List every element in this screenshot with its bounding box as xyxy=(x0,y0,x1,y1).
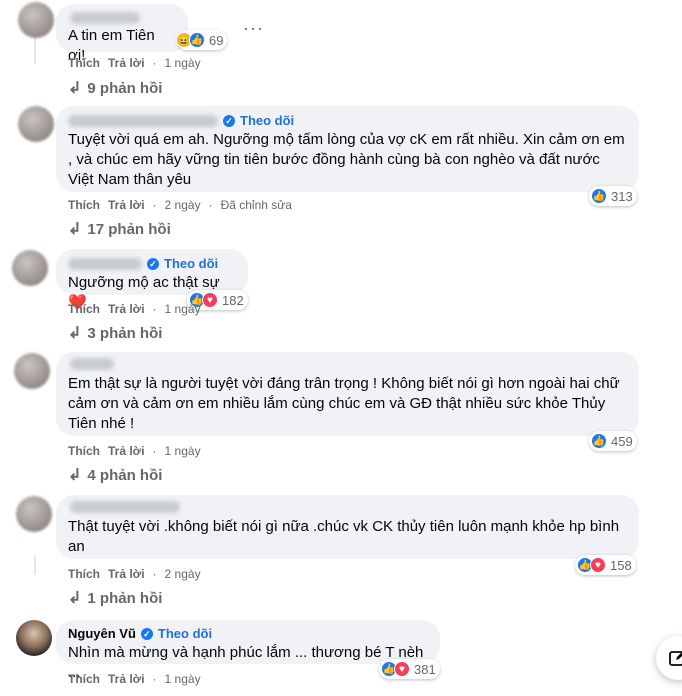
comment-actions: Thích Trả lời · 1 ngày xyxy=(68,443,201,459)
separator: · xyxy=(152,672,157,686)
reaction-count: 182 xyxy=(222,292,244,308)
reaction-count: 313 xyxy=(611,188,633,204)
avatar[interactable] xyxy=(18,2,54,38)
reply-button[interactable]: Trả lời xyxy=(108,444,145,458)
love-reaction-icon: ♥ xyxy=(590,557,606,573)
commenter-name[interactable]: Nguyên Vũ xyxy=(68,624,136,644)
reaction-count: 158 xyxy=(610,557,632,573)
reaction-summary[interactable]: 😆 👍 69 xyxy=(176,30,228,50)
view-replies-link[interactable]: ↳ 3 phản hồi xyxy=(68,323,162,343)
comment-bubble: Nguyên Vũ ✓ Theo dõi Nhìn mà mừng và hạn… xyxy=(56,620,440,681)
commenter-name-redacted[interactable] xyxy=(70,358,114,370)
comment-bubble: ✓ Theo dõi Ngưỡng mộ ac thật sự ❤️ xyxy=(56,249,248,311)
separator: · xyxy=(152,444,157,458)
comment-text: Thật tuyệt vời .không biết nói gì nữa .c… xyxy=(68,518,624,555)
love-reaction-icon: ♥ xyxy=(394,661,410,677)
commenter-name-row: ✓ Theo dõi xyxy=(68,255,236,273)
like-button[interactable]: Thích xyxy=(68,302,100,316)
new-message-button[interactable] xyxy=(656,636,682,680)
reply-arrow-icon: ↳ xyxy=(68,80,82,97)
comment-actions: Thích Trả lời · 1 ngày xyxy=(68,55,201,71)
separator: · xyxy=(152,56,157,70)
like-button[interactable]: Thích xyxy=(68,672,100,686)
reply-arrow-icon: ↳ xyxy=(68,221,82,238)
comment-bubble: ✓ Theo dõi Tuyệt vời quá em ah. Ngưỡng m… xyxy=(56,106,639,192)
avatar[interactable] xyxy=(12,250,48,286)
separator: · xyxy=(208,198,213,212)
commenter-name-row: ✓ Theo dõi xyxy=(68,112,627,130)
verified-badge-icon: ✓ xyxy=(223,115,235,127)
follow-button[interactable]: Theo dõi xyxy=(164,254,218,274)
commenter-name-redacted[interactable] xyxy=(68,258,142,270)
commenter-name-row: Nguyên Vũ ✓ Theo dõi xyxy=(68,625,428,643)
reaction-count: 459 xyxy=(611,433,633,449)
avatar[interactable] xyxy=(16,496,52,532)
replies-count: 9 phản hồi xyxy=(87,79,163,97)
replies-count: 17 phản hồi xyxy=(87,220,171,238)
commenter-name-redacted[interactable] xyxy=(68,115,218,127)
reply-button[interactable]: Trả lời xyxy=(108,302,145,316)
reaction-summary[interactable]: 👍 ♥ 158 xyxy=(575,555,636,575)
comment-actions: Thích Trả lời · 2 ngày xyxy=(68,566,201,582)
view-replies-link[interactable]: ↳ 1 phản hồi xyxy=(68,588,162,608)
like-button[interactable]: Thích xyxy=(68,56,100,70)
timestamp[interactable]: 1 ngày xyxy=(165,56,201,70)
separator: · xyxy=(152,302,157,316)
view-replies-link[interactable]: ↳ 17 phản hồi xyxy=(68,219,171,239)
replies-count: 1 phản hồi xyxy=(87,589,163,607)
comment-bubble: A tin em Tiên ơi! xyxy=(56,4,188,64)
reaction-summary[interactable]: 👍 ♥ 381 xyxy=(379,659,440,679)
timestamp[interactable]: 1 ngày xyxy=(165,444,201,458)
avatar[interactable] xyxy=(16,620,52,656)
like-button[interactable]: Thích xyxy=(68,567,100,581)
verified-badge-icon: ✓ xyxy=(147,258,159,270)
thread-line xyxy=(34,555,36,575)
timestamp[interactable]: 1 ngày xyxy=(165,302,201,316)
verified-badge-icon: ✓ xyxy=(140,628,153,640)
reaction-summary[interactable]: 👍 459 xyxy=(589,431,637,451)
reply-arrow-icon: ↳ xyxy=(68,590,82,607)
like-reaction-icon: 👍 xyxy=(189,32,205,48)
view-replies-link[interactable]: ↳ 4 phản hồi xyxy=(68,465,162,485)
love-reaction-icon: ♥ xyxy=(202,292,218,308)
commenter-name-redacted[interactable] xyxy=(70,12,140,24)
more-options-icon[interactable]: ··· xyxy=(243,18,264,39)
edited-label: Đã chỉnh sửa xyxy=(220,198,292,212)
follow-button[interactable]: Theo dõi xyxy=(158,624,212,644)
replies-count: 4 phản hồi xyxy=(87,466,163,484)
like-reaction-icon: 👍 xyxy=(591,433,607,449)
compose-icon xyxy=(669,651,682,666)
like-reaction-icon: 👍 xyxy=(591,188,607,204)
reply-button[interactable]: Trả lời xyxy=(108,672,145,686)
reaction-count: 69 xyxy=(209,32,224,48)
replies-count: 3 phản hồi xyxy=(87,324,163,342)
like-button[interactable]: Thích xyxy=(68,444,100,458)
comment-text: Tuyệt vời quá em ah. Ngưỡng mộ tấm lòng … xyxy=(68,131,629,188)
commenter-name-redacted[interactable] xyxy=(70,501,180,513)
comment-text: Em thật sự là người tuyệt vời đáng trân … xyxy=(68,375,624,432)
avatar[interactable] xyxy=(14,353,50,389)
follow-button[interactable]: Theo dõi xyxy=(240,111,294,131)
comment-bubble: Em thật sự là người tuyệt vời đáng trân … xyxy=(56,352,639,436)
comment-actions: Thích Trả lời · 1 ngày xyxy=(68,301,201,317)
reply-arrow-icon: ↳ xyxy=(68,467,82,484)
reply-button[interactable]: Trả lời xyxy=(108,56,145,70)
view-replies-link[interactable]: ↳ 9 phản hồi xyxy=(68,78,162,98)
separator: · xyxy=(152,198,157,212)
reaction-count: 381 xyxy=(414,661,436,677)
like-button[interactable]: Thích xyxy=(68,198,100,212)
reply-button[interactable]: Trả lời xyxy=(108,567,145,581)
reaction-summary[interactable]: 👍 313 xyxy=(589,186,637,206)
timestamp[interactable]: 1 ngày xyxy=(165,672,201,686)
timestamp[interactable]: 2 ngày xyxy=(165,567,201,581)
reply-arrow-icon: ↳ xyxy=(68,325,82,342)
reply-button[interactable]: Trả lời xyxy=(108,198,145,212)
comment-bubble: Thật tuyệt vời .không biết nói gì nữa .c… xyxy=(56,495,639,559)
timestamp[interactable]: 2 ngày xyxy=(165,198,201,212)
avatar[interactable] xyxy=(18,106,54,142)
comment-actions: Thích Trả lời · 1 ngày xyxy=(68,671,201,687)
separator: · xyxy=(152,567,157,581)
comment-actions: Thích Trả lời · 2 ngày · Đã chỉnh sửa xyxy=(68,197,292,213)
